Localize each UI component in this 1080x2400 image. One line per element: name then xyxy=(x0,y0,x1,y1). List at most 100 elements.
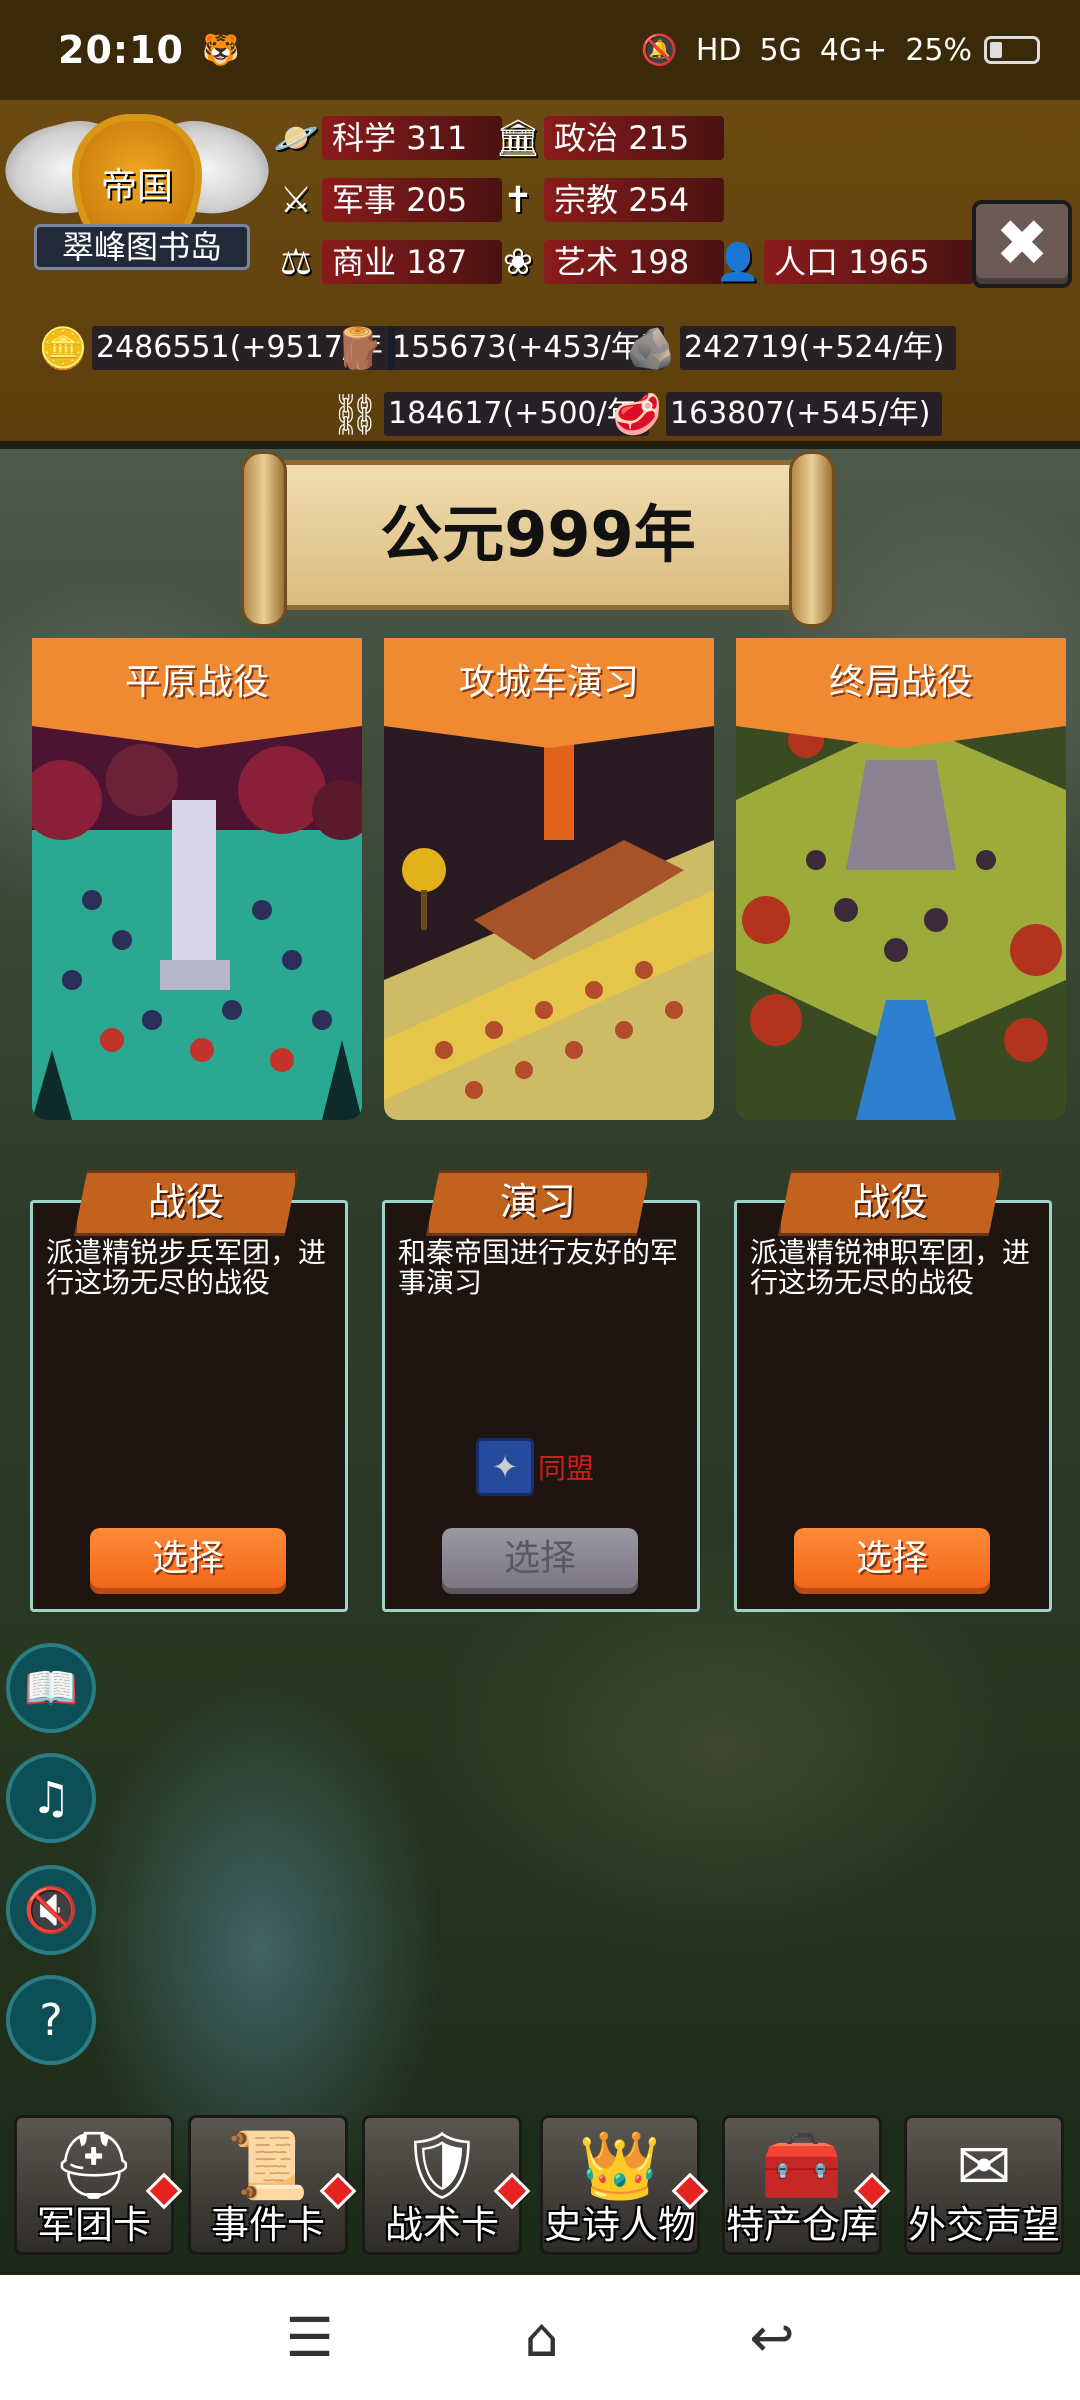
signal-5g-icon: 5G xyxy=(759,32,802,68)
stat-military[interactable]: ⚔ 军事 205 xyxy=(270,174,502,226)
card-3-description: 派遣精锐神职军团，进行这场无尽的战役 xyxy=(750,1236,1031,1299)
iron-ingot-icon: ⛓ xyxy=(329,391,381,438)
back-icon[interactable]: ↩ xyxy=(749,2306,794,2369)
menu-diplomacy-label: 外交声望 xyxy=(907,2203,1060,2247)
app-notification-icon: 🐯 xyxy=(201,32,240,68)
stat-population[interactable]: 👤 人口 1965 xyxy=(712,236,974,288)
stat-politics[interactable]: 🏛 政治 215 xyxy=(492,112,724,164)
plains-battle-illustration xyxy=(32,720,362,1120)
event-card-3: 终局战役 战役 派遣精锐神职军团，进行这场无尽的战役 选择 xyxy=(734,638,1066,1613)
close-button[interactable]: ✖ xyxy=(972,200,1072,288)
year-banner: 公元999年 xyxy=(241,451,835,627)
music-button[interactable]: ♫ xyxy=(6,1753,96,1843)
menu-specialty-warehouse-label: 特产仓库 xyxy=(725,2203,878,2247)
stat-art[interactable]: ❀ 艺术 198 xyxy=(492,236,724,288)
menu-epic-heroes[interactable]: 👑 史诗人物 xyxy=(540,2115,709,2255)
menu-epic-heroes-label: 史诗人物 xyxy=(543,2203,696,2247)
menu-diplomacy[interactable]: ✉ 外交声望 xyxy=(904,2115,1064,2255)
empire-header: 帝国 翠峰图书岛 🪐 科学 311 🏛 政治 215 ⚔ 军事 205 ✝ 宗教… xyxy=(0,100,1080,445)
empire-label: 帝国 xyxy=(100,166,173,207)
wood-logs-icon: 🪵 xyxy=(334,325,384,372)
stat-religion-value: 254 xyxy=(628,181,690,219)
person-icon: 👤 xyxy=(715,242,761,283)
stat-population-value: 1965 xyxy=(848,243,930,281)
menu-icon[interactable]: ☰ xyxy=(285,2306,333,2369)
crossed-swords-icon: ⚔ xyxy=(279,179,313,221)
stone-icon: 🪨 xyxy=(626,325,676,372)
scales-icon: ⚖ xyxy=(279,241,313,283)
close-icon: ✖ xyxy=(995,207,1049,281)
stat-science-value: 311 xyxy=(406,119,468,157)
card-1-select-button[interactable]: 选择 xyxy=(90,1528,286,1594)
menu-tactic-cards-label: 战术卡 xyxy=(384,2203,499,2247)
menu-legion-cards-label: 军团卡 xyxy=(36,2203,151,2247)
card-1-title: 平原战役 xyxy=(32,638,362,748)
system-navigation-bar: ☰ ⌂ ↩ xyxy=(0,2275,1080,2400)
alliance-badge-icon: ✦ xyxy=(476,1438,534,1496)
card-2-type-tag: 演习 xyxy=(426,1170,650,1236)
stat-art-value: 198 xyxy=(628,243,690,281)
resource-wood[interactable]: 🪵 155673(+453/年) xyxy=(330,320,665,376)
hd-icon: HD xyxy=(695,32,742,68)
gold-coins-icon: 🪙 xyxy=(38,325,88,372)
resource-stone-value: 242719(+524/年) xyxy=(680,326,957,370)
home-icon[interactable]: ⌂ xyxy=(524,2306,558,2369)
menu-legion-cards[interactable]: ⛑ 军团卡 xyxy=(14,2115,183,2255)
stat-military-label: 军事 xyxy=(332,181,397,219)
player-name: 翠峰图书岛 xyxy=(34,224,250,270)
menu-tactic-cards[interactable]: 🛡 战术卡 xyxy=(362,2115,531,2255)
final-battle-illustration xyxy=(736,720,1066,1120)
menu-event-cards[interactable]: 📜 事件卡 xyxy=(188,2115,357,2255)
alliance-requirement: ✦ 同盟 xyxy=(476,1438,594,1496)
menu-specialty-warehouse[interactable]: 🧰 特产仓库 xyxy=(722,2115,891,2255)
battery-percent: 25% xyxy=(905,32,972,68)
resource-meat-value: 163807(+545/年) xyxy=(666,392,943,436)
stat-science-label: 科学 xyxy=(332,119,397,157)
stat-politics-value: 215 xyxy=(628,119,690,157)
journal-button[interactable]: 📖 xyxy=(6,1643,96,1733)
stat-politics-label: 政治 xyxy=(554,119,619,157)
cross-icon: ✝ xyxy=(502,179,534,221)
stat-art-label: 艺术 xyxy=(554,243,619,281)
stat-religion[interactable]: ✝ 宗教 254 xyxy=(492,174,724,226)
stat-commerce-label: 商业 xyxy=(332,243,397,281)
game-screen: 20:10 🐯 🔕 HD 5G 4G+ 25% 帝国 翠峰图书岛 🪐 科学 31… xyxy=(0,0,1080,2400)
resource-stone[interactable]: 🪨 242719(+524/年) xyxy=(622,320,957,376)
card-3-select-button[interactable]: 选择 xyxy=(794,1528,990,1594)
sound-toggle-button[interactable]: 🔇 xyxy=(6,1865,96,1955)
status-bar: 20:10 🐯 🔕 HD 5G 4G+ 25% xyxy=(0,0,1080,100)
resource-iron[interactable]: ⛓ 184617(+500/年 xyxy=(326,386,649,442)
event-card-1: 平原战役 战役 派遣精锐步兵军团，进行这场无尽的战役 选择 xyxy=(30,638,362,1613)
government-building-icon: 🏛 xyxy=(495,118,541,159)
stat-population-label: 人口 xyxy=(774,243,839,281)
card-2-title: 攻城车演习 xyxy=(384,638,714,748)
siege-exercise-illustration xyxy=(384,720,714,1120)
card-1-type-tag: 战役 xyxy=(74,1170,298,1236)
empire-emblem[interactable]: 帝国 翠峰图书岛 xyxy=(0,104,278,294)
card-2-select-button[interactable]: 选择 xyxy=(442,1528,638,1594)
card-3-title: 终局战役 xyxy=(736,638,1066,748)
bottom-menu: ⛑ 军团卡 📜 事件卡 🛡 战术卡 👑 史诗人物 🧰 特产仓库 ✉ 外交声望 xyxy=(0,2110,1080,2275)
stat-commerce[interactable]: ⚖ 商业 187 xyxy=(270,236,502,288)
lotus-icon: ❀ xyxy=(502,241,534,283)
meat-icon: 🥩 xyxy=(612,391,662,438)
planet-icon: 🪐 xyxy=(273,118,319,159)
alliance-label: 同盟 xyxy=(538,1452,595,1485)
battery-icon xyxy=(984,36,1040,64)
stat-religion-label: 宗教 xyxy=(554,181,619,219)
book-feather-icon: 📖 xyxy=(23,1663,79,1714)
help-button[interactable]: ? xyxy=(6,1975,96,2065)
sound-muted-icon: 🔇 xyxy=(23,1885,79,1936)
menu-event-cards-label: 事件卡 xyxy=(210,2203,325,2247)
music-note-icon: ♫ xyxy=(31,1772,71,1824)
resource-meat[interactable]: 🥩 163807(+545/年) xyxy=(608,386,943,442)
card-3-type-tag: 战役 xyxy=(778,1170,1002,1236)
mute-notification-icon: 🔕 xyxy=(640,32,678,68)
status-time: 20:10 xyxy=(58,28,184,72)
stat-commerce-value: 187 xyxy=(406,243,468,281)
signal-4g-icon: 4G+ xyxy=(819,32,888,68)
stat-science[interactable]: 🪐 科学 311 xyxy=(270,112,502,164)
question-mark-icon: ? xyxy=(39,1994,63,2046)
stat-military-value: 205 xyxy=(406,181,468,219)
card-1-description: 派遣精锐步兵军团，进行这场无尽的战役 xyxy=(46,1236,327,1299)
